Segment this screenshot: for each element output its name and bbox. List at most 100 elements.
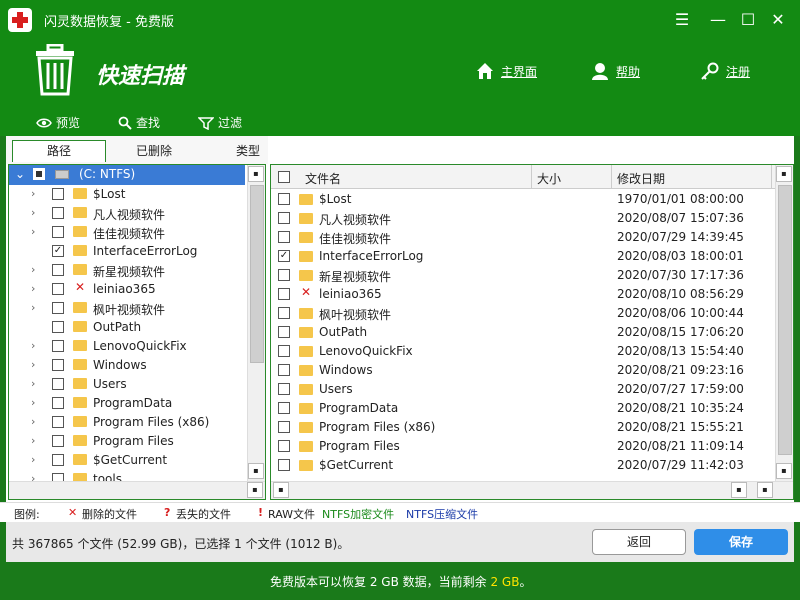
file-row-checkbox[interactable]: [278, 345, 290, 357]
chevron-right-icon[interactable]: ›: [31, 453, 41, 466]
scroll-thumb[interactable]: [250, 185, 264, 363]
tree-item-checkbox[interactable]: ✓: [52, 245, 64, 257]
tree-root-drive[interactable]: ⌄ (C: NTFS): [9, 165, 245, 185]
chevron-right-icon[interactable]: ›: [31, 206, 41, 219]
help-link[interactable]: 帮助: [590, 60, 640, 82]
file-row-checkbox[interactable]: [278, 193, 290, 205]
tree-item[interactable]: › $Lost: [9, 185, 245, 204]
tree-item-checkbox[interactable]: [52, 378, 64, 390]
tree-item-checkbox[interactable]: [52, 264, 64, 276]
tree-item-checkbox[interactable]: [52, 435, 64, 447]
register-link[interactable]: 注册: [700, 60, 750, 82]
tree-item-checkbox[interactable]: [52, 359, 64, 371]
tree-item[interactable]: › 凡人视频软件: [9, 204, 245, 223]
column-header-date[interactable]: 修改日期: [617, 170, 665, 187]
tree-item[interactable]: › 新星视频软件: [9, 261, 245, 280]
column-header-name[interactable]: 文件名: [305, 170, 341, 187]
file-row[interactable]: OutPath2020/08/15 17:06:202: [271, 323, 785, 342]
filter-button[interactable]: 过滤: [198, 114, 242, 131]
file-row-checkbox[interactable]: [278, 459, 290, 471]
scroll-down-button[interactable]: ▪: [248, 463, 264, 479]
chevron-right-icon[interactable]: ›: [31, 187, 41, 200]
tree-item-checkbox[interactable]: [52, 321, 64, 333]
file-row[interactable]: 佳佳视频软件2020/07/29 14:39:452: [271, 228, 785, 247]
chevron-right-icon[interactable]: ›: [31, 301, 41, 314]
file-row-checkbox[interactable]: [278, 288, 290, 300]
scroll-thumb[interactable]: [778, 185, 792, 455]
scroll-left-button[interactable]: ▪: [273, 482, 289, 498]
tree-horizontal-scrollbar[interactable]: ▪: [9, 481, 265, 499]
tree-item-checkbox[interactable]: [52, 226, 64, 238]
tree-item[interactable]: ✓ InterfaceErrorLog: [9, 242, 245, 261]
tree-item[interactable]: › Program Files: [9, 432, 245, 451]
file-row[interactable]: Windows2020/08/21 09:23:162: [271, 361, 785, 380]
tree-item[interactable]: › ProgramData: [9, 394, 245, 413]
file-row[interactable]: 凡人视频软件2020/08/07 15:07:362: [271, 209, 785, 228]
file-row-checkbox[interactable]: [278, 364, 290, 376]
scroll-up-button[interactable]: ▪: [776, 166, 792, 182]
file-row[interactable]: Program Files (x86)2020/08/21 15:55:212: [271, 418, 785, 437]
tree-item-checkbox[interactable]: [52, 454, 64, 466]
file-row-checkbox[interactable]: [278, 402, 290, 414]
save-button[interactable]: 保存: [694, 529, 788, 555]
tree-vertical-scrollbar[interactable]: ▪ ▪: [247, 165, 265, 481]
tree-item-checkbox[interactable]: [52, 416, 64, 428]
preview-button[interactable]: 预览: [36, 114, 80, 131]
tree-item[interactable]: › ✕ leiniao365: [9, 280, 245, 299]
file-list-vertical-scrollbar[interactable]: ▪ ▪: [775, 165, 793, 481]
home-link[interactable]: 主界面: [475, 60, 537, 82]
tree-item-checkbox[interactable]: [52, 207, 64, 219]
file-row-checkbox[interactable]: [278, 231, 290, 243]
file-row-checkbox[interactable]: [278, 307, 290, 319]
tree-item[interactable]: › 枫叶视频软件: [9, 299, 245, 318]
file-row[interactable]: ✓InterfaceErrorLog2020/08/03 18:00:012: [271, 247, 785, 266]
tree-item[interactable]: › Windows: [9, 356, 245, 375]
scroll-up-button[interactable]: ▪: [248, 166, 264, 182]
minimize-button[interactable]: —: [706, 8, 730, 32]
scroll-right-button[interactable]: ▪: [731, 482, 747, 498]
chevron-right-icon[interactable]: ›: [31, 282, 41, 295]
tab-type[interactable]: 类型: [236, 142, 260, 159]
column-header-size[interactable]: 大小: [537, 170, 561, 187]
file-row-checkbox[interactable]: [278, 383, 290, 395]
chevron-right-icon[interactable]: ›: [31, 396, 41, 409]
tab-path[interactable]: 路径: [12, 140, 106, 162]
file-row[interactable]: 枫叶视频软件2020/08/06 10:00:442: [271, 304, 785, 323]
tree-item[interactable]: OutPath: [9, 318, 245, 337]
tree-item[interactable]: › Program Files (x86): [9, 413, 245, 432]
close-button[interactable]: ✕: [766, 8, 790, 32]
file-list-horizontal-scrollbar[interactable]: ▪ ▪ ▪: [271, 481, 793, 499]
tree-item-checkbox[interactable]: [52, 188, 64, 200]
chevron-right-icon[interactable]: ›: [31, 434, 41, 447]
tree-item-checkbox[interactable]: [52, 302, 64, 314]
file-row-checkbox[interactable]: [278, 269, 290, 281]
tab-deleted[interactable]: 已删除: [136, 142, 172, 159]
chevron-right-icon[interactable]: ›: [31, 358, 41, 371]
file-row-checkbox[interactable]: ✓: [278, 250, 290, 262]
chevron-right-icon[interactable]: ›: [31, 377, 41, 390]
chevron-right-icon[interactable]: ›: [31, 225, 41, 238]
tree-item-checkbox[interactable]: [52, 340, 64, 352]
file-row[interactable]: $Lost 1970/01/01 08:00:00: [271, 190, 777, 209]
file-row[interactable]: ✕leiniao3652020/08/10 08:56:292: [271, 285, 785, 304]
file-row[interactable]: LenovoQuickFix2020/08/13 15:54:402: [271, 342, 785, 361]
file-row-checkbox[interactable]: [278, 212, 290, 224]
chevron-right-icon[interactable]: ›: [31, 263, 41, 276]
file-row[interactable]: $GetCurrent2020/07/29 11:42:032: [271, 456, 785, 475]
file-row[interactable]: Users2020/07/27 17:59:002: [271, 380, 785, 399]
file-row-checkbox[interactable]: [278, 421, 290, 433]
file-row[interactable]: Program Files2020/08/21 11:09:142: [271, 437, 785, 456]
maximize-button[interactable]: ☐: [736, 8, 760, 32]
root-checkbox[interactable]: [33, 168, 45, 180]
file-row-checkbox[interactable]: [278, 440, 290, 452]
file-row[interactable]: ProgramData2020/08/21 10:35:242: [271, 399, 785, 418]
file-row-checkbox[interactable]: [278, 326, 290, 338]
file-row[interactable]: 新星视频软件2020/07/30 17:17:362: [271, 266, 785, 285]
menu-button[interactable]: ☰: [670, 8, 694, 32]
tree-item[interactable]: › LenovoQuickFix: [9, 337, 245, 356]
tree-item[interactable]: › 佳佳视频软件: [9, 223, 245, 242]
tree-item[interactable]: › Users: [9, 375, 245, 394]
back-button[interactable]: 返回: [592, 529, 686, 555]
chevron-right-icon[interactable]: ›: [31, 415, 41, 428]
tree-item-checkbox[interactable]: [52, 283, 64, 295]
